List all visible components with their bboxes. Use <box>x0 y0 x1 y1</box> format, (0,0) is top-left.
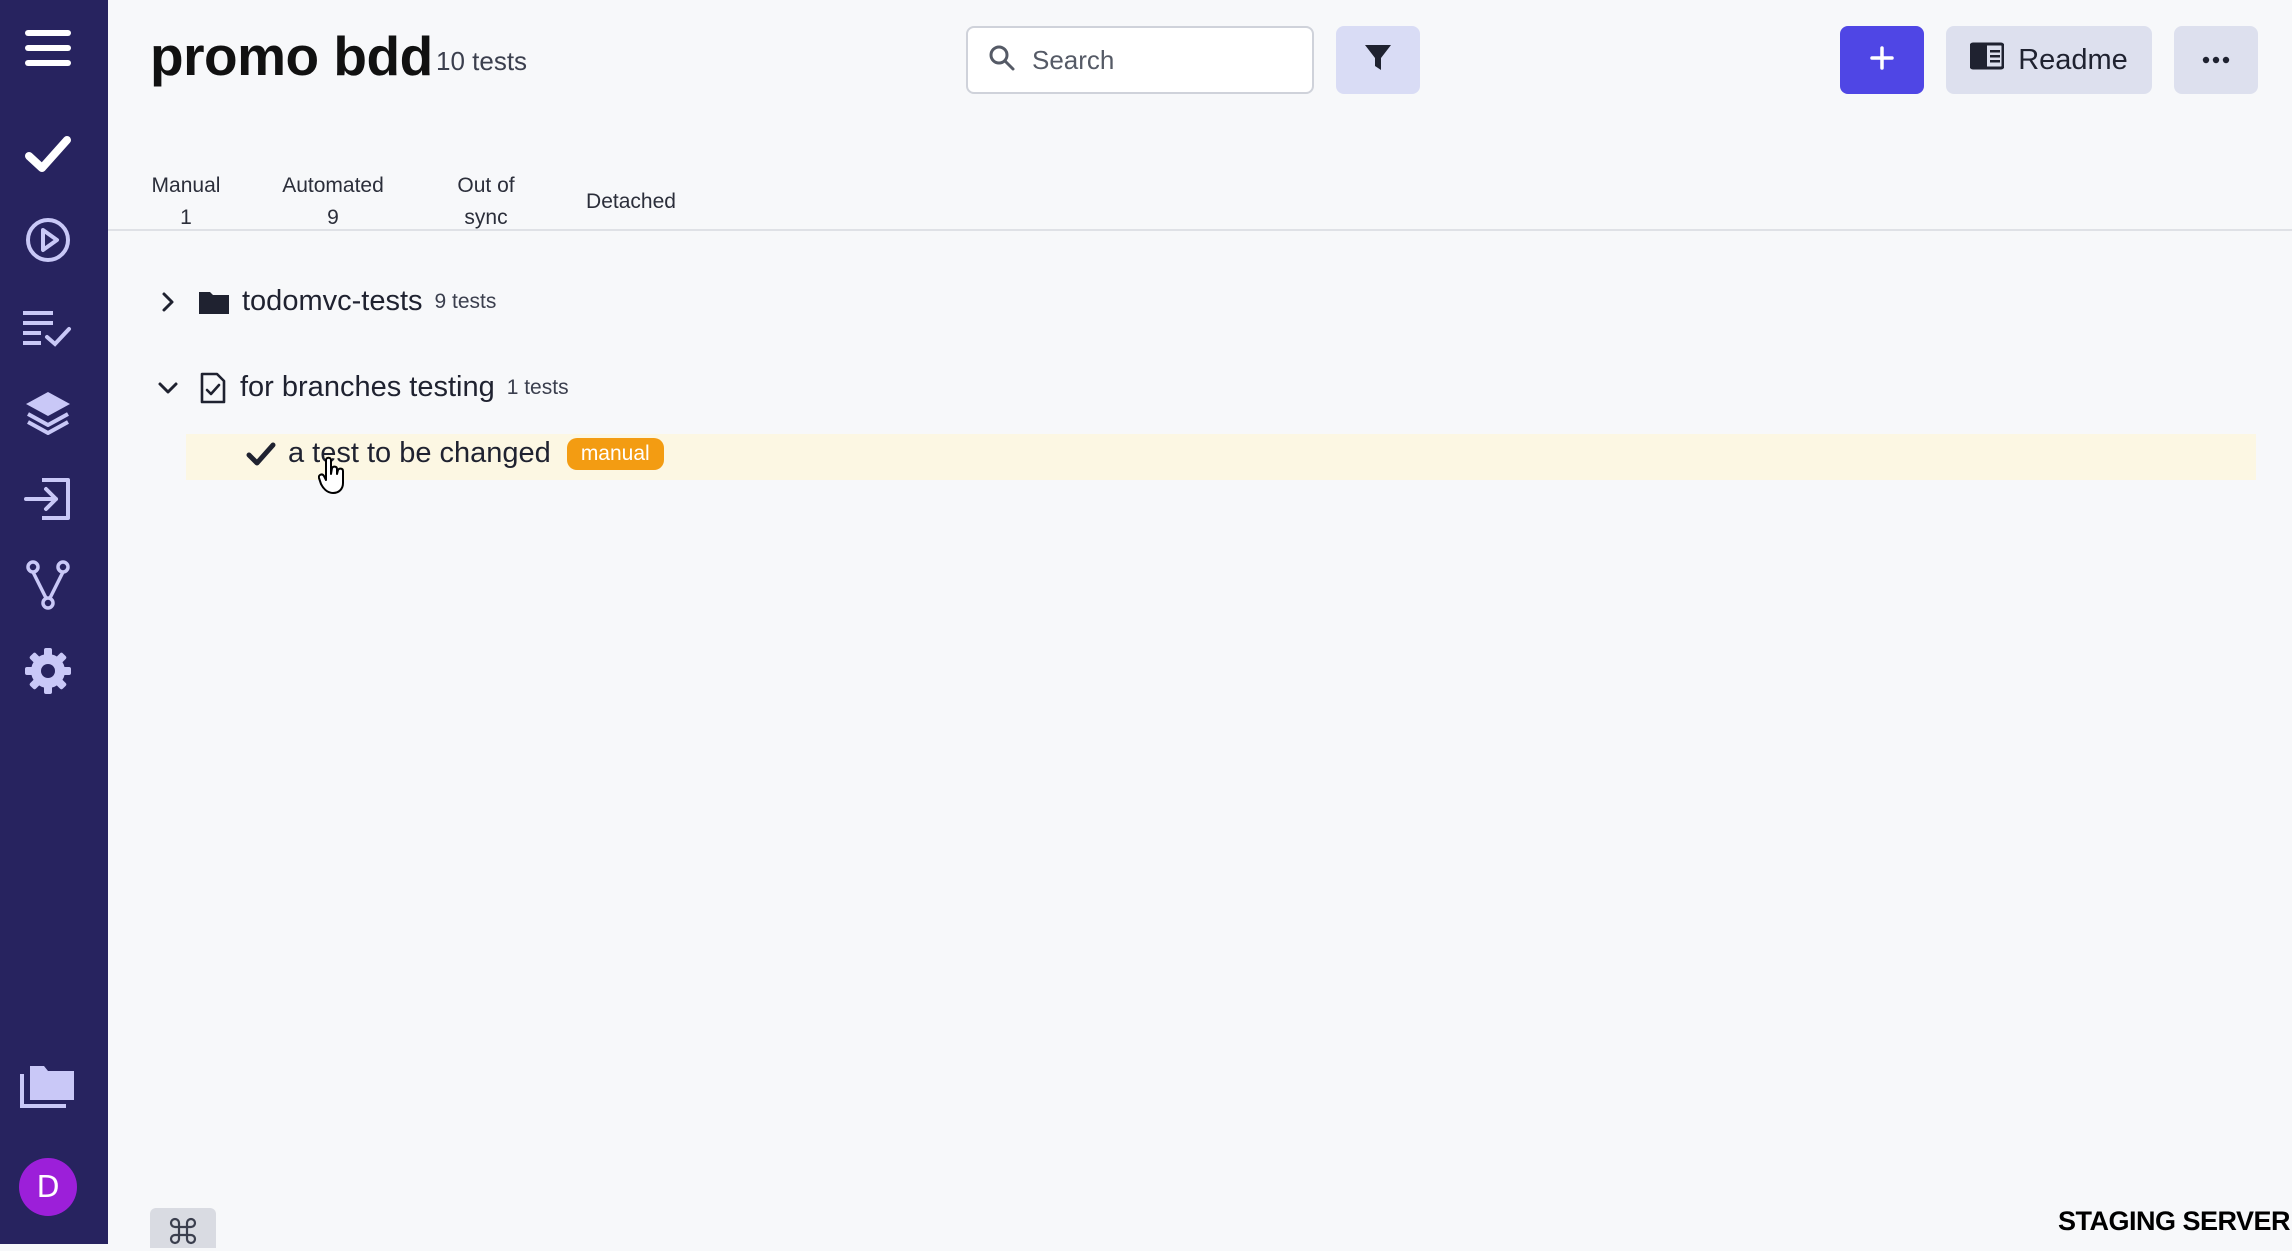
filter-icon <box>1364 43 1392 78</box>
settings-icon[interactable] <box>18 641 78 701</box>
layers-icon[interactable] <box>18 383 78 443</box>
tab-manual[interactable]: Manual 1 <box>150 170 222 234</box>
search-input[interactable] <box>1032 44 1292 76</box>
file-check-icon <box>200 372 226 404</box>
tab-label: Automated <box>282 174 384 197</box>
suite-row[interactable]: for branches testing 1 tests <box>156 371 569 404</box>
plus-icon <box>1870 45 1894 75</box>
add-button[interactable] <box>1840 26 1924 94</box>
play-circle-icon[interactable] <box>18 210 78 270</box>
folder-row[interactable]: todomvc-tests 9 tests <box>156 285 496 318</box>
folder-name: todomvc-tests <box>242 285 423 317</box>
tab-label: Out of <box>457 174 515 197</box>
chevron-down-icon[interactable] <box>156 381 180 395</box>
environment-label: STAGING SERVER <box>2057 1206 2291 1236</box>
folder-icon <box>198 289 230 315</box>
tab-label: Detached <box>586 190 676 213</box>
branch-icon[interactable] <box>18 555 78 615</box>
folder-count: 9 tests <box>434 289 497 313</box>
chevron-right-icon[interactable] <box>156 291 180 313</box>
tabs-divider <box>108 229 2292 231</box>
tab-detached[interactable]: Detached <box>582 186 680 218</box>
checklist-icon[interactable] <box>18 297 78 357</box>
search-box[interactable] <box>966 26 1314 94</box>
suite-count: 1 tests <box>506 375 569 399</box>
hand-cursor-icon <box>317 456 348 501</box>
readme-button[interactable]: Readme <box>1946 26 2152 94</box>
search-icon <box>988 44 1016 77</box>
check-icon[interactable] <box>18 124 78 184</box>
tab-out-of-sync[interactable]: Out of sync <box>448 170 524 234</box>
command-icon <box>168 1216 198 1251</box>
test-count: 10 tests <box>436 46 528 76</box>
page-title: promo bdd <box>150 25 433 87</box>
command-palette-button[interactable] <box>150 1208 216 1248</box>
avatar-letter: D <box>36 1169 60 1205</box>
test-row[interactable]: a test to be changed manual <box>246 437 664 470</box>
sidebar: D <box>0 0 108 1244</box>
more-options-button[interactable] <box>2174 26 2258 94</box>
avatar[interactable]: D <box>19 1158 77 1216</box>
tab-label: Manual <box>151 174 221 197</box>
folders-icon[interactable] <box>18 1056 78 1116</box>
filter-button[interactable] <box>1336 26 1420 94</box>
readme-label: Readme <box>2018 43 2128 76</box>
import-icon[interactable] <box>18 469 78 529</box>
checkmark-icon <box>246 441 276 467</box>
book-icon <box>1969 42 2005 78</box>
manual-badge: manual <box>566 437 664 470</box>
tab-automated[interactable]: Automated 9 <box>274 170 392 234</box>
suite-name: for branches testing <box>240 371 495 403</box>
ellipsis-icon <box>2202 51 2230 69</box>
menu-icon[interactable] <box>18 18 78 78</box>
